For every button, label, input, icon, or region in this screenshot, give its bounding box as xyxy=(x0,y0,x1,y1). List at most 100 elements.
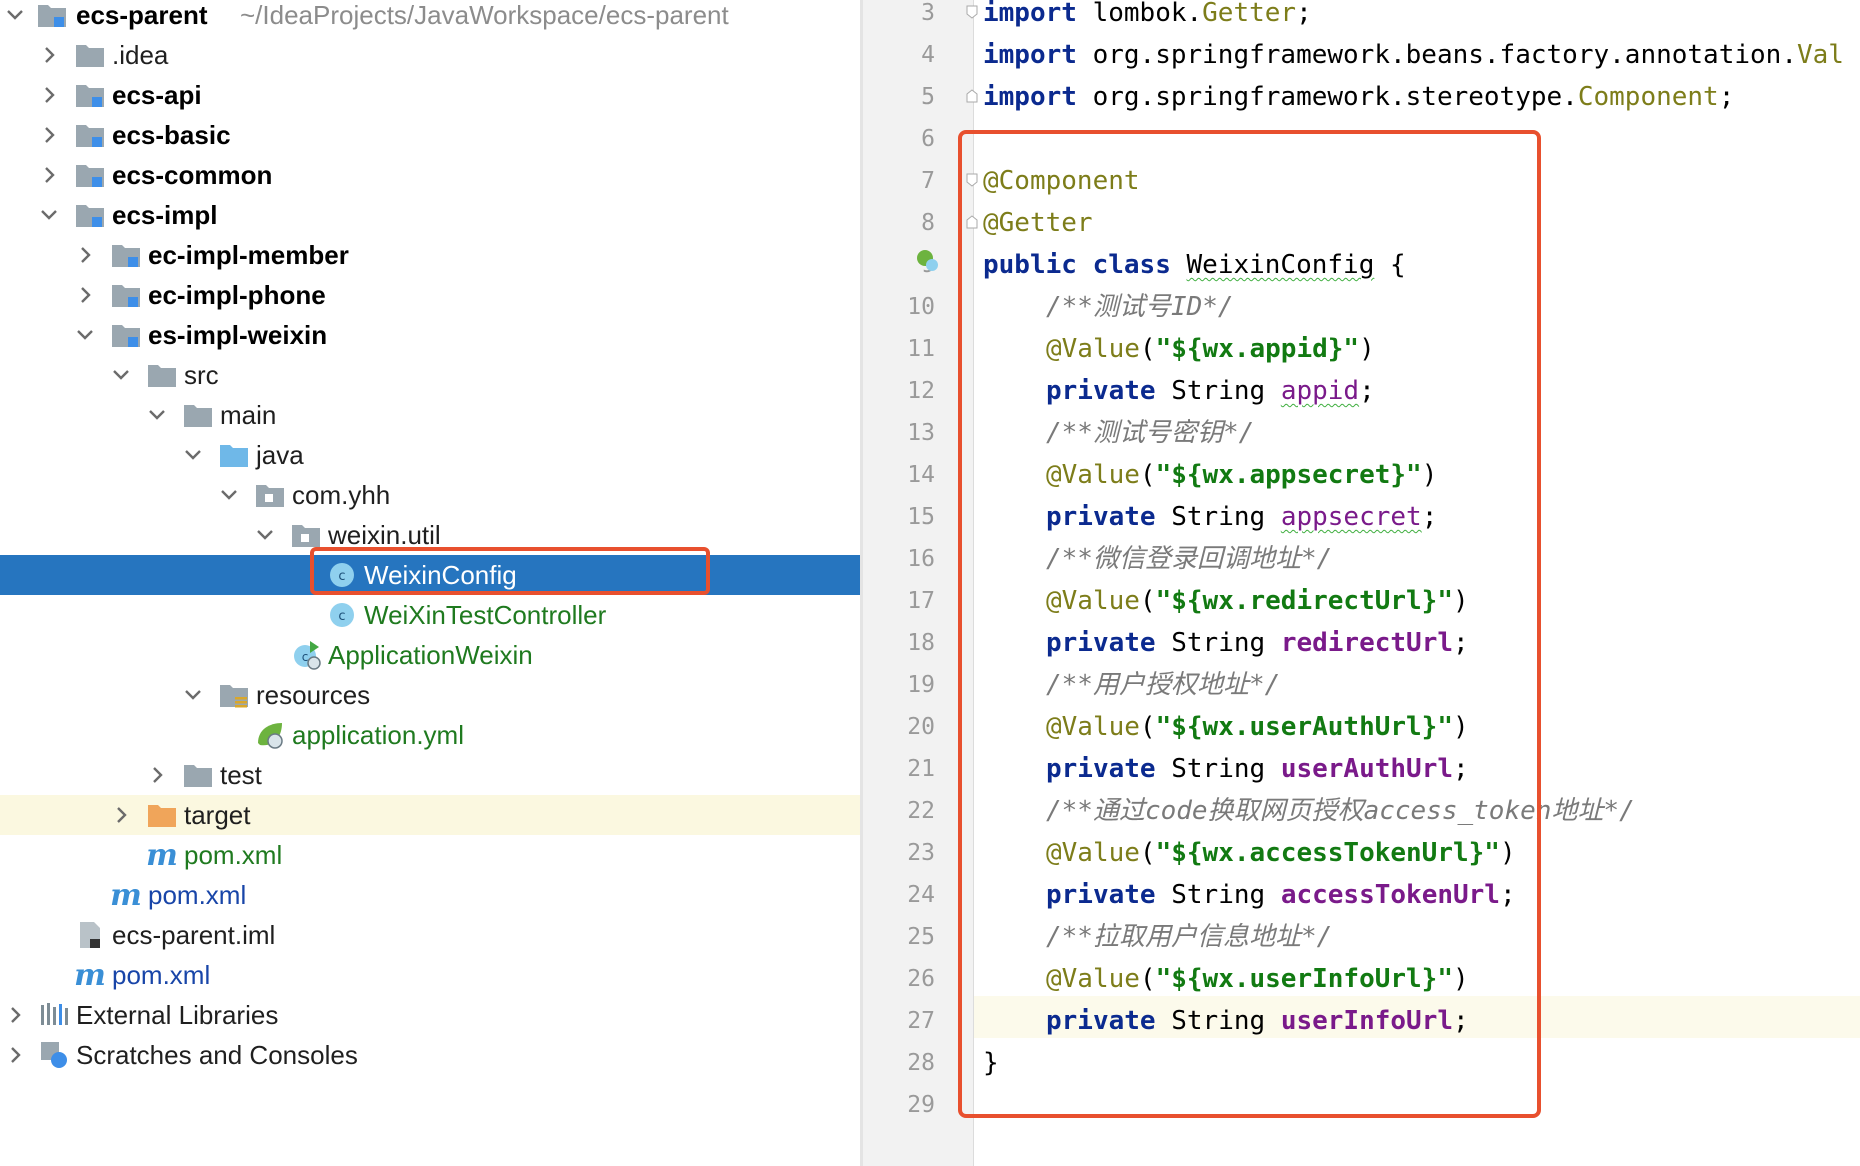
line-number: 13 xyxy=(907,420,935,446)
tree-item-label: resources xyxy=(256,680,371,710)
tree-item-label: main xyxy=(220,400,277,430)
package-icon xyxy=(254,479,286,511)
tree-row-ecs-impl[interactable]: ecs-impl xyxy=(0,195,860,235)
module-folder-icon xyxy=(110,319,142,351)
tree-row-java[interactable]: java xyxy=(0,435,860,475)
line-number: 25 xyxy=(907,924,935,950)
annotation-token: Getter xyxy=(1202,0,1297,28)
tree-row-weixintestcontroller[interactable]: c WeiXinTestController xyxy=(0,595,860,635)
chevron-right-icon[interactable] xyxy=(36,159,62,191)
tree-row-ec-impl-phone[interactable]: ec-impl-phone xyxy=(0,275,860,315)
line-number: 29 xyxy=(907,1092,935,1118)
chevron-right-icon[interactable] xyxy=(36,39,62,71)
chevron-down-icon[interactable] xyxy=(2,0,28,31)
spring-bean-gutter-icon[interactable] xyxy=(915,248,939,272)
tree-item-label: ecs-parent.iml xyxy=(112,920,276,950)
chevron-down-icon[interactable] xyxy=(252,519,278,551)
line-number: 8 xyxy=(921,210,935,236)
tree-row-root-pom[interactable]: m pom.xml xyxy=(0,955,860,995)
line-number: 24 xyxy=(907,882,935,908)
line-number: 15 xyxy=(907,504,935,530)
tree-item-label: ec-impl-phone xyxy=(148,280,326,310)
source-folder-icon xyxy=(218,439,250,471)
line-number: 5 xyxy=(921,84,935,110)
folder-icon xyxy=(146,359,178,391)
tree-row-impl-pom[interactable]: m pom.xml xyxy=(0,875,860,915)
project-tree-panel: ecs-parent ~/IdeaProjects/JavaWorkspace/… xyxy=(0,0,860,1166)
chevron-right-icon[interactable] xyxy=(144,759,170,791)
line-number: 4 xyxy=(921,42,935,68)
chevron-down-icon[interactable] xyxy=(180,679,206,711)
fold-marker-icon[interactable] xyxy=(965,5,979,19)
svg-text:m: m xyxy=(110,879,142,911)
fold-marker-icon[interactable] xyxy=(965,89,979,103)
maven-icon: m xyxy=(74,959,106,991)
module-folder-icon xyxy=(74,119,106,151)
maven-icon: m xyxy=(146,839,178,871)
tree-item-label: pom.xml xyxy=(148,880,247,910)
chevron-right-icon[interactable] xyxy=(2,999,28,1031)
code-line-5: import org.springframework.stereotype.Co… xyxy=(983,76,1734,118)
tree-row-main[interactable]: main xyxy=(0,395,860,435)
line-number: 11 xyxy=(907,336,935,362)
libraries-icon xyxy=(38,999,70,1031)
chevron-down-icon[interactable] xyxy=(36,199,62,231)
tree-row-external-libraries[interactable]: External Libraries xyxy=(0,995,860,1035)
tree-row-resources[interactable]: resources xyxy=(0,675,860,715)
tree-item-label: target xyxy=(184,800,251,830)
tree-row-target[interactable]: target xyxy=(0,795,860,835)
code-editor[interactable]: 3 4 5 6 7 8 9 10 11 12 13 14 15 16 17 18… xyxy=(863,0,1860,1166)
chevron-down-icon[interactable] xyxy=(72,319,98,351)
tree-item-label: .idea xyxy=(112,40,169,70)
resources-folder-icon xyxy=(218,679,250,711)
tree-item-label: java xyxy=(256,440,304,470)
tree-row-ecs-parent[interactable]: ecs-parent ~/IdeaProjects/JavaWorkspace/… xyxy=(0,0,860,35)
module-folder-icon xyxy=(74,199,106,231)
spring-class-icon: c xyxy=(290,639,322,671)
line-number: 19 xyxy=(907,672,935,698)
line-number: 7 xyxy=(921,168,935,194)
chevron-right-icon[interactable] xyxy=(72,239,98,271)
module-folder-icon xyxy=(36,0,68,31)
chevron-right-icon[interactable] xyxy=(36,79,62,111)
chevron-down-icon[interactable] xyxy=(144,399,170,431)
tree-row-test[interactable]: test xyxy=(0,755,860,795)
line-number: 21 xyxy=(907,756,935,782)
tree-row-ecs-basic[interactable]: ecs-basic xyxy=(0,115,860,155)
tree-row-src[interactable]: src xyxy=(0,355,860,395)
spring-config-icon xyxy=(254,719,286,751)
tree-row-ecs-common[interactable]: ecs-common xyxy=(0,155,860,195)
tree-item-path: ~/IdeaProjects/JavaWorkspace/ecs-parent xyxy=(240,0,729,30)
line-number: 10 xyxy=(907,294,935,320)
svg-text:c: c xyxy=(338,609,345,624)
tree-row-com-yhh[interactable]: com.yhh xyxy=(0,475,860,515)
highlight-box-weixinconfig xyxy=(310,547,710,595)
tree-row-scratches[interactable]: Scratches and Consoles xyxy=(0,1035,860,1075)
tree-item-label: External Libraries xyxy=(76,1000,279,1030)
svg-text:m: m xyxy=(146,839,178,871)
annotation-token: Val xyxy=(1796,40,1844,70)
tree-row-ecs-api[interactable]: ecs-api xyxy=(0,75,860,115)
chevron-right-icon[interactable] xyxy=(2,1039,28,1071)
tree-row-ec-impl-member[interactable]: ec-impl-member xyxy=(0,235,860,275)
chevron-right-icon[interactable] xyxy=(108,799,134,831)
line-number: 27 xyxy=(907,1008,935,1034)
tree-row-idea[interactable]: .idea xyxy=(0,35,860,75)
tree-row-applicationweixin[interactable]: c ApplicationWeixin xyxy=(0,635,860,675)
module-folder-icon xyxy=(110,239,142,271)
tree-row-module-pom[interactable]: m pom.xml xyxy=(0,835,860,875)
chevron-down-icon[interactable] xyxy=(180,439,206,471)
tree-item-label: pom.xml xyxy=(112,960,211,990)
tree-item-label: src xyxy=(184,360,219,390)
line-number: 6 xyxy=(921,126,935,152)
chevron-down-icon[interactable] xyxy=(216,479,242,511)
line-number: 23 xyxy=(907,840,935,866)
chevron-down-icon[interactable] xyxy=(108,359,134,391)
line-number: 17 xyxy=(907,588,935,614)
tree-row-es-impl-weixin[interactable]: es-impl-weixin xyxy=(0,315,860,355)
tree-row-application-yml[interactable]: application.yml xyxy=(0,715,860,755)
tree-row-ecs-parent-iml[interactable]: ecs-parent.iml xyxy=(0,915,860,955)
chevron-right-icon[interactable] xyxy=(72,279,98,311)
chevron-right-icon[interactable] xyxy=(36,119,62,151)
svg-text:c: c xyxy=(302,650,309,664)
